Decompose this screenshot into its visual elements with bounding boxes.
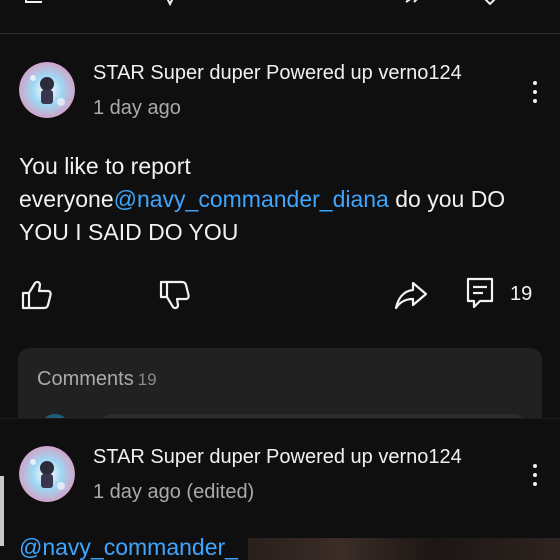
comment-text: You like to report everyone@navy_command… <box>19 150 544 249</box>
top-toolbar <box>0 0 560 33</box>
comments-label: Comments 19 <box>37 368 157 391</box>
more-options-icon[interactable] <box>523 77 547 107</box>
reply-count[interactable]: 19 <box>510 283 532 306</box>
dislike-icon[interactable] <box>160 0 180 6</box>
reply-more-options-icon[interactable] <box>523 460 547 490</box>
reply-avatar[interactable] <box>19 446 75 502</box>
comment-timestamp: 1 day ago <box>93 97 181 119</box>
menu-icon[interactable] <box>24 0 44 6</box>
avatar-image-icon <box>19 62 75 118</box>
share-icon[interactable] <box>393 277 429 313</box>
comments-title: Comments <box>37 368 134 390</box>
overlay-video-thumbnail[interactable] <box>248 538 560 560</box>
avatar[interactable] <box>19 62 75 118</box>
reply-icon[interactable] <box>478 0 498 6</box>
dislike-icon[interactable] <box>157 277 193 313</box>
toolbar-divider <box>0 33 560 34</box>
share-icon[interactable] <box>404 0 424 6</box>
comment-thread-screen: STAR Super duper Powered up verno124 1 d… <box>0 0 560 560</box>
reply-timestamp: 1 day ago (edited) <box>93 481 255 503</box>
comment-author[interactable]: STAR Super duper Powered up verno124 <box>93 62 462 85</box>
scroll-edge-indicator <box>0 476 4 546</box>
comments-count: 19 <box>137 370 157 389</box>
reply-icon[interactable] <box>462 275 498 311</box>
like-icon[interactable] <box>19 277 55 313</box>
reply-author[interactable]: STAR Super duper Powered up verno124 <box>93 446 462 469</box>
reply-mention-link[interactable]: @navy_commander_ <box>19 534 238 560</box>
avatar-image-icon <box>19 446 75 502</box>
mention-link[interactable]: @navy_commander_diana <box>114 186 389 212</box>
